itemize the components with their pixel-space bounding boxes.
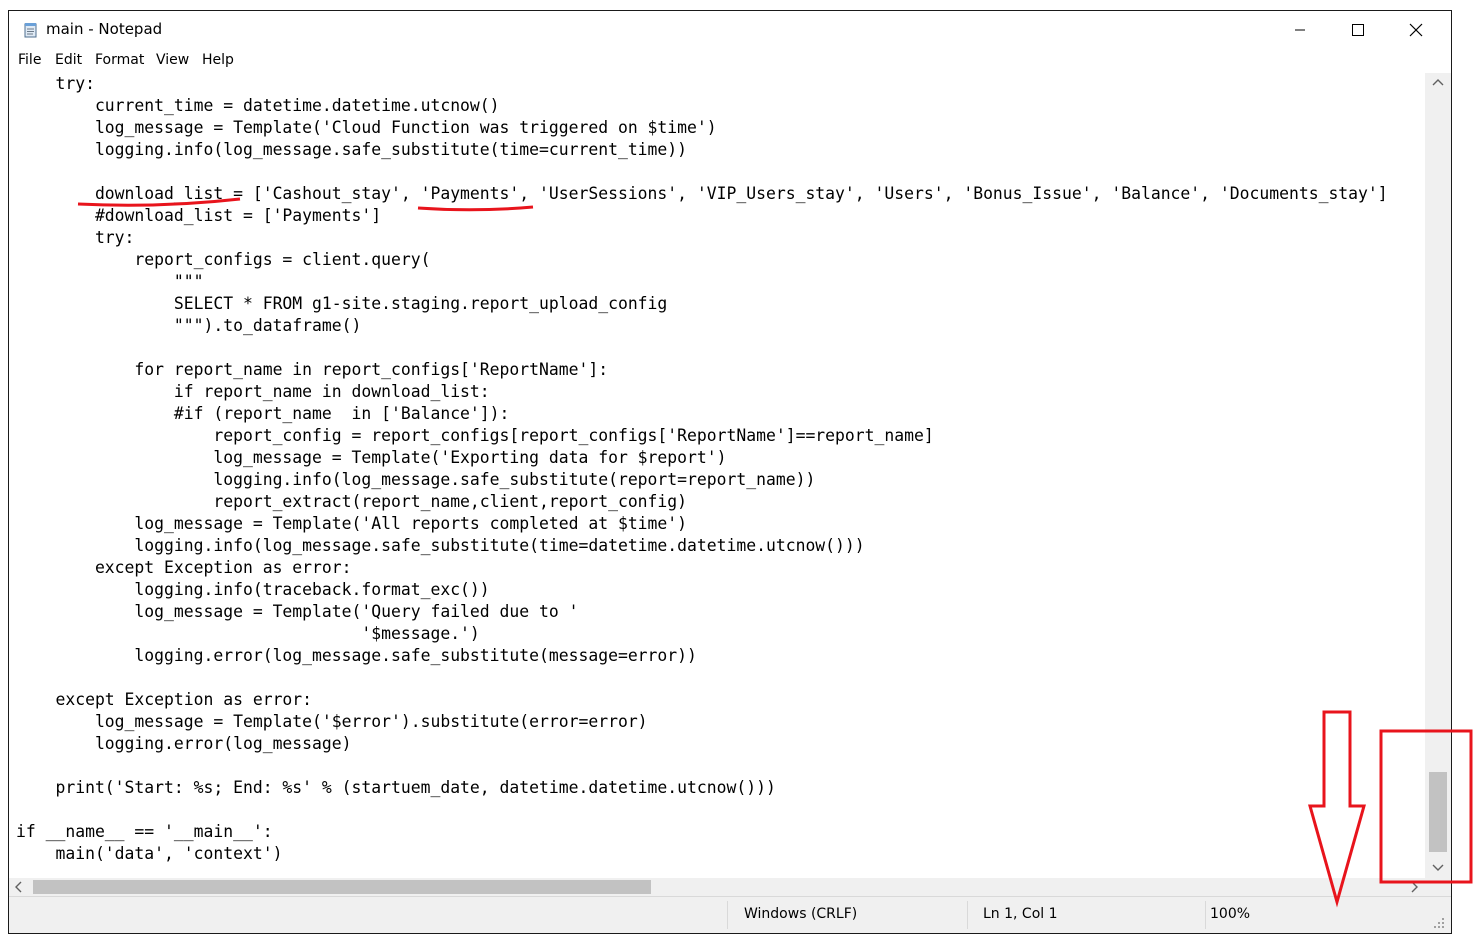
arrow-down-annotation	[1308, 710, 1366, 908]
underline-payments	[417, 205, 534, 212]
underline-download-list	[77, 197, 241, 207]
annotation-overlay	[77, 197, 1473, 908]
highlight-box-scrollbar	[1379, 729, 1473, 884]
